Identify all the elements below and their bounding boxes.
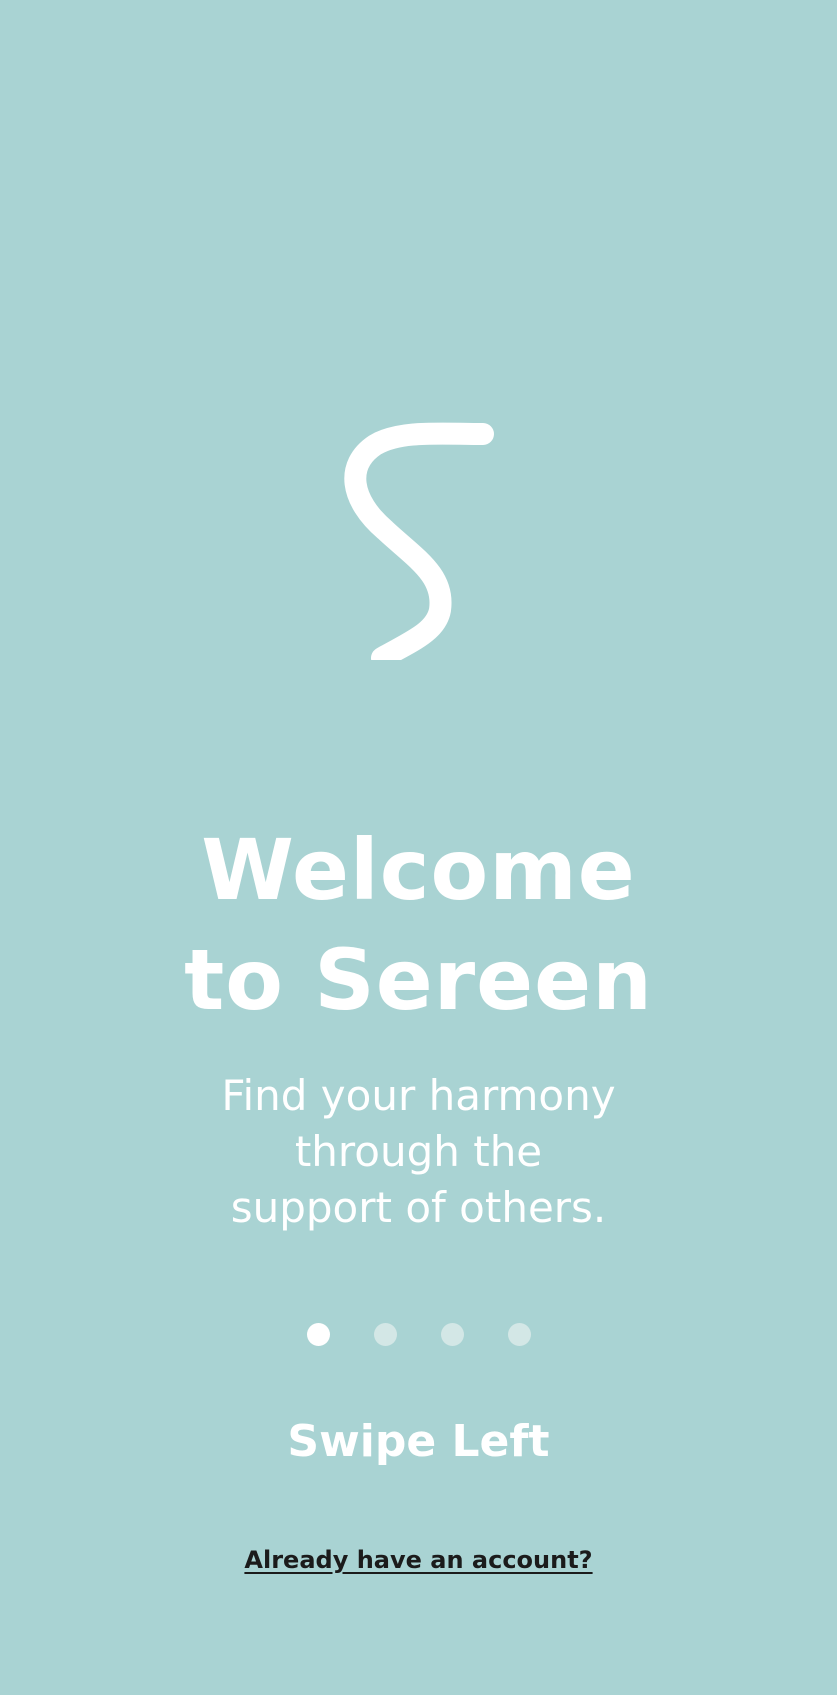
page-indicator [0, 1323, 837, 1347]
welcome-title-line-1: Welcome [201, 821, 636, 919]
page-dot-1-active[interactable] [306, 1323, 330, 1346]
already-have-account-link[interactable]: Already have an account? [0, 1543, 837, 1577]
welcome-title: Welcome to Sereen [0, 815, 837, 1035]
welcome-subtitle-line-2: through the [294, 1127, 543, 1176]
page-dot-4[interactable] [507, 1323, 531, 1346]
sereen-logo-icon [340, 410, 500, 660]
onboarding-screen: Welcome to Sereen Find your harmony thro… [0, 0, 837, 1695]
welcome-subtitle: Find your harmony through the support of… [0, 1068, 837, 1236]
page-dot-2[interactable] [373, 1323, 397, 1346]
welcome-subtitle-line-1: Find your harmony [221, 1071, 616, 1120]
welcome-subtitle-line-3: support of others. [230, 1183, 607, 1232]
swipe-left-hint: Swipe Left [287, 1416, 550, 1467]
welcome-title-line-2: to Sereen [184, 931, 653, 1029]
page-dot-3[interactable] [440, 1323, 464, 1346]
